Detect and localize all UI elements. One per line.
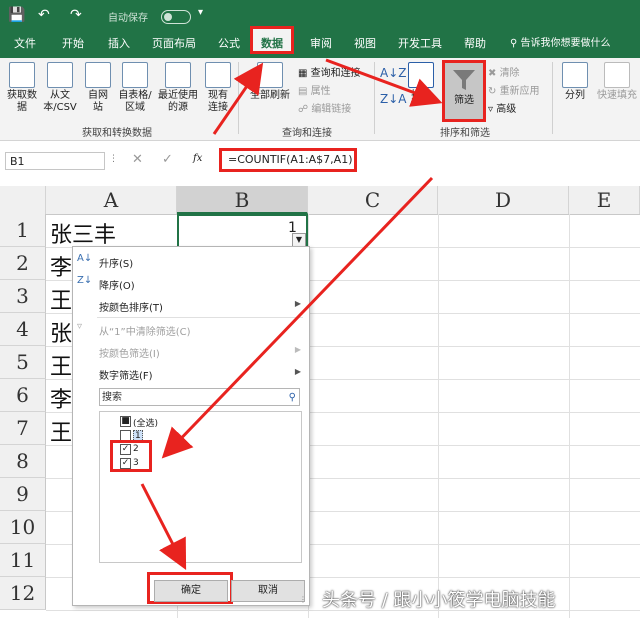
arrow-to-filter xyxy=(325,58,443,107)
arrow-to-ok xyxy=(140,483,187,571)
arrow-to-data-tab xyxy=(212,62,264,135)
arrow-to-values xyxy=(161,176,434,459)
watermark: 头条号 / 跟小小筱学电脑技能 xyxy=(322,590,556,611)
annotation-arrows xyxy=(140,58,443,571)
